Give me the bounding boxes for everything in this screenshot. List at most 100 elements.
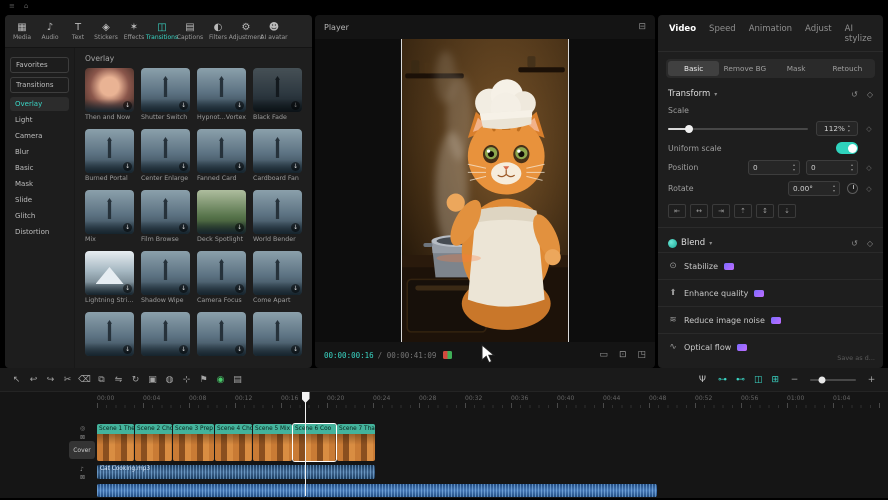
transition-thumbnail[interactable]: ↓ bbox=[85, 190, 134, 234]
inspector-tab[interactable]: AI stylize bbox=[845, 24, 872, 44]
download-icon[interactable]: ↓ bbox=[179, 223, 188, 232]
align-button[interactable]: ⇣ bbox=[778, 204, 796, 218]
sidebar-item[interactable]: Transitions bbox=[10, 77, 69, 93]
timeline-tool-icon[interactable]: ◉ bbox=[212, 375, 229, 385]
titlebar-icon[interactable]: ⌂ bbox=[24, 2, 28, 10]
download-icon[interactable]: ↓ bbox=[123, 284, 132, 293]
player-control-icon[interactable]: ⊡ bbox=[619, 350, 627, 360]
timeline-toggle-icon[interactable]: ⊶ bbox=[718, 375, 727, 385]
transition-item[interactable]: ↓ Cardboard Fan bbox=[253, 129, 302, 183]
download-icon[interactable]: ↓ bbox=[235, 345, 244, 354]
sidebar-item[interactable]: Slide bbox=[10, 193, 69, 207]
position-y-input[interactable]: 0 ▴▾ bbox=[806, 160, 858, 175]
reset-icon[interactable]: ↺ bbox=[851, 90, 858, 99]
inspector-tab[interactable]: Video bbox=[669, 24, 696, 44]
align-button[interactable]: ⇥ bbox=[712, 204, 730, 218]
transition-thumbnail[interactable]: ↓ bbox=[141, 312, 190, 356]
timeline-zoom-slider[interactable] bbox=[810, 379, 856, 381]
timeline-ruler[interactable]: 00:0000:0400:0800:1200:1600:2000:2400:28… bbox=[97, 392, 888, 408]
timeline-tool-icon[interactable]: ▤ bbox=[229, 375, 246, 385]
inspector-tab[interactable]: Adjust bbox=[805, 24, 832, 44]
scale-stepper[interactable]: ▴ ▾ bbox=[848, 124, 850, 133]
sidebar-item[interactable]: Camera bbox=[10, 129, 69, 143]
align-button[interactable]: ⇤ bbox=[668, 204, 686, 218]
align-button[interactable]: ↔ bbox=[690, 204, 708, 218]
transition-thumbnail[interactable]: ↓ bbox=[197, 129, 246, 173]
transition-thumbnail[interactable]: ↓ bbox=[253, 251, 302, 295]
timeline-clip[interactable]: Scene 1 The bbox=[97, 424, 134, 461]
sidebar-item[interactable]: Overlay bbox=[10, 97, 69, 111]
timeline-tool-icon[interactable]: ↪ bbox=[42, 375, 59, 385]
video-preview[interactable] bbox=[401, 39, 569, 342]
transition-item[interactable]: ↓ Shadow Wipe bbox=[141, 251, 190, 305]
download-icon[interactable]: ↓ bbox=[179, 284, 188, 293]
timeline-toggle-icon[interactable]: ⊞ bbox=[771, 375, 779, 385]
timeline-tool-icon[interactable]: ⇋ bbox=[110, 375, 127, 385]
inspector-tab[interactable]: Animation bbox=[749, 24, 792, 44]
timeline-clip[interactable]: Scene 3 Prep bbox=[173, 424, 214, 461]
timeline-tool-icon[interactable]: ↻ bbox=[127, 375, 144, 385]
top-toolbar-item[interactable]: ▤ Captions bbox=[176, 22, 204, 41]
download-icon[interactable]: ↓ bbox=[179, 101, 188, 110]
stepper-down-icon[interactable]: ▾ bbox=[848, 129, 850, 134]
download-icon[interactable]: ↓ bbox=[235, 284, 244, 293]
audio-clip-cat-cooking[interactable]: Cat Cooking.mp3 bbox=[97, 465, 375, 479]
download-icon[interactable]: ↓ bbox=[179, 162, 188, 171]
scale-slider[interactable] bbox=[668, 128, 808, 130]
sidebar-item[interactable]: Basic bbox=[10, 161, 69, 175]
keyframe-icon[interactable]: ◇ bbox=[867, 90, 873, 99]
align-button[interactable]: ↕ bbox=[756, 204, 774, 218]
transition-item[interactable]: ↓ bbox=[141, 312, 190, 366]
transition-thumbnail[interactable]: ↓ bbox=[141, 251, 190, 295]
top-toolbar-item[interactable]: ▦ Media bbox=[8, 22, 36, 41]
top-toolbar-item[interactable]: ◫ Transitions bbox=[148, 22, 176, 41]
inspector-subtab[interactable]: Basic bbox=[668, 61, 719, 76]
inspector-tab[interactable]: Speed bbox=[709, 24, 736, 44]
titlebar-icon[interactable]: ≡ bbox=[9, 2, 15, 10]
preview-quality-icon[interactable] bbox=[443, 351, 452, 359]
download-icon[interactable]: ↓ bbox=[179, 345, 188, 354]
transition-item[interactable]: ↓ Film Browse bbox=[141, 190, 190, 244]
sidebar-item[interactable]: Glitch bbox=[10, 209, 69, 223]
download-icon[interactable]: ↓ bbox=[123, 345, 132, 354]
transition-item[interactable]: ↓ bbox=[197, 312, 246, 366]
top-toolbar-item[interactable]: T Text bbox=[64, 22, 92, 41]
feature-row[interactable]: ⬆ Enhance quality bbox=[658, 279, 883, 306]
download-icon[interactable]: ↓ bbox=[123, 101, 132, 110]
inspector-subtab[interactable]: Remove BG bbox=[719, 61, 770, 76]
transition-thumbnail[interactable]: ↓ bbox=[197, 68, 246, 112]
position-y-stepper[interactable]: ▴▾ bbox=[851, 163, 853, 172]
timeline-toggle-icon[interactable]: ⊷ bbox=[736, 375, 745, 385]
transition-item[interactable]: ↓ Lightning Strike bbox=[85, 251, 134, 305]
rotate-stepper[interactable]: ▴▾ bbox=[833, 184, 835, 193]
timeline-tool-icon[interactable]: ↩ bbox=[25, 375, 42, 385]
position-x-input[interactable]: 0 ▴▾ bbox=[748, 160, 800, 175]
transition-item[interactable]: ↓ Black Fade bbox=[253, 68, 302, 122]
inspector-subtab[interactable]: Mask bbox=[771, 61, 822, 76]
transition-item[interactable]: ↓ Shutter Switch bbox=[141, 68, 190, 122]
timeline-tool-icon[interactable]: ◍ bbox=[161, 375, 178, 385]
transition-thumbnail[interactable]: ↓ bbox=[85, 68, 134, 112]
download-icon[interactable]: ↓ bbox=[291, 345, 300, 354]
keyframe-icon[interactable]: ◇ bbox=[865, 125, 873, 133]
timeline-tool-icon[interactable]: ⌫ bbox=[76, 375, 93, 385]
download-icon[interactable]: ↓ bbox=[123, 162, 132, 171]
transition-item[interactable]: ↓ World Bender bbox=[253, 190, 302, 244]
chevron-down-icon[interactable]: ▾ bbox=[714, 91, 717, 98]
transition-item[interactable]: ↓ Come Apart bbox=[253, 251, 302, 305]
timeline-tool-icon[interactable]: ✂ bbox=[59, 375, 76, 385]
transition-thumbnail[interactable]: ↓ bbox=[197, 190, 246, 234]
inspector-subtab[interactable]: Retouch bbox=[822, 61, 873, 76]
mic-icon[interactable]: Ψ bbox=[694, 375, 711, 385]
download-icon[interactable]: ↓ bbox=[235, 162, 244, 171]
transition-thumbnail[interactable]: ↓ bbox=[85, 312, 134, 356]
uniform-scale-toggle[interactable] bbox=[836, 142, 858, 154]
audio-clip-music[interactable] bbox=[97, 484, 657, 497]
transition-thumbnail[interactable]: ↓ bbox=[253, 129, 302, 173]
transition-item[interactable]: ↓ Then and Now bbox=[85, 68, 134, 122]
timeline-clip[interactable]: Scene 7 Tha bbox=[337, 424, 375, 461]
keyframe-icon[interactable]: ◇ bbox=[865, 185, 873, 193]
transition-item[interactable]: ↓ Fanned Card bbox=[197, 129, 246, 183]
sidebar-item[interactable]: Mask bbox=[10, 177, 69, 191]
keyframe-icon[interactable]: ◇ bbox=[865, 164, 873, 172]
